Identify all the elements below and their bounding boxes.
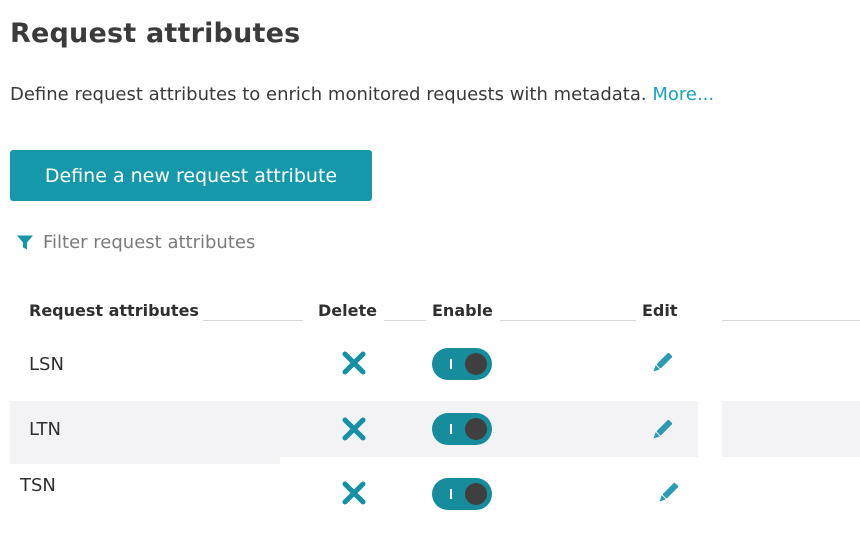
enable-toggle[interactable] [432, 478, 492, 510]
column-header-edit: Edit [642, 301, 678, 320]
delete-x-icon[interactable] [340, 479, 368, 507]
enable-toggle[interactable] [432, 413, 492, 445]
row-highlight [722, 401, 860, 457]
filter-bar [16, 232, 313, 253]
description-text: Define request attributes to enrich moni… [10, 84, 647, 105]
toggle-knob [465, 418, 487, 440]
header-divider [500, 320, 636, 321]
filter-funnel-icon [17, 235, 33, 250]
toggle-knob [465, 353, 487, 375]
delete-x-icon[interactable] [340, 415, 368, 443]
toggle-on-mark [450, 489, 452, 499]
edit-pencil-icon[interactable] [654, 479, 682, 507]
toggle-on-mark [450, 424, 452, 434]
toggle-on-mark [450, 359, 452, 369]
more-link[interactable]: More... [652, 84, 714, 105]
edit-pencil-icon[interactable] [648, 416, 676, 444]
filter-input[interactable] [43, 232, 313, 253]
column-header-enable: Enable [432, 301, 493, 320]
define-new-request-attribute-button[interactable]: Define a new request attribute [10, 150, 372, 201]
page-title: Request attributes [10, 18, 301, 49]
column-header-delete: Delete [318, 301, 377, 320]
page-description: Define request attributes to enrich moni… [10, 84, 714, 105]
attribute-name: TSN [20, 475, 56, 496]
header-divider [203, 320, 303, 321]
attribute-name: LSN [29, 354, 64, 375]
header-divider [384, 320, 426, 321]
enable-toggle[interactable] [432, 348, 492, 380]
attribute-name: LTN [29, 419, 62, 440]
column-header-name: Request attributes [29, 301, 199, 320]
toggle-knob [465, 483, 487, 505]
edit-pencil-icon[interactable] [648, 349, 676, 377]
header-divider [722, 320, 860, 321]
delete-x-icon[interactable] [340, 349, 368, 377]
